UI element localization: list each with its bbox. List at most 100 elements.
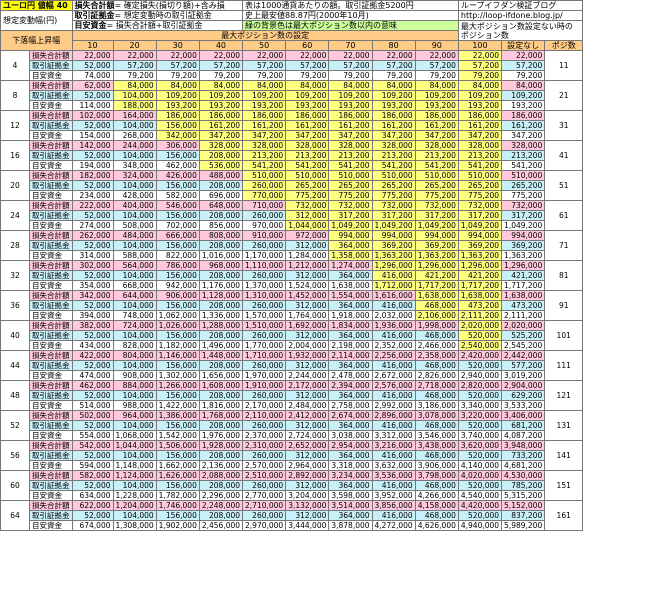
- cell-value: 364,000: [328, 510, 373, 521]
- cell-value: 2,172,000: [285, 380, 330, 391]
- cell-value: 510,000: [414, 170, 459, 181]
- cell-value: 1,310,000: [242, 290, 287, 301]
- cell-value: 57,200: [242, 60, 287, 71]
- cell-value: 208,000: [198, 150, 244, 161]
- cell-value: 156,000: [155, 510, 200, 521]
- cell-value: 3,740,000: [457, 430, 503, 441]
- cell-value: 104,000: [112, 390, 157, 401]
- cell-value: 681,200: [501, 420, 546, 431]
- cell-value: 1,274,000: [328, 260, 373, 271]
- cell-value: 473,200: [457, 300, 503, 311]
- table-row: 取引証拠金 52,000 104,000 156,000 208,000 260,000 3…: [1, 390, 583, 401]
- cell-value: 265,200: [328, 180, 373, 191]
- cell-value: 3,632,000: [371, 460, 416, 471]
- cell-value: 222,000: [71, 200, 114, 211]
- cell-value: 828,000: [112, 340, 157, 351]
- cell-value: 588,000: [112, 250, 157, 261]
- row-label: 目安資金: [29, 70, 73, 81]
- cell-value: 520,000: [457, 450, 503, 461]
- cell-value: 348,000: [112, 160, 157, 171]
- cell-value: 770,000: [242, 190, 287, 201]
- cell-value: 161,200: [457, 120, 503, 131]
- cell-value: 314,000: [71, 250, 114, 261]
- cell-value: 208,000: [198, 210, 244, 221]
- cell-value: 808,000: [198, 230, 244, 241]
- cell-value: 84,000: [457, 80, 503, 91]
- cell-value: 364,000: [328, 390, 373, 401]
- range-value: 40: [0, 320, 30, 351]
- cell-value: 2,545,200: [501, 340, 546, 351]
- cell-value: 1,932,000: [285, 350, 330, 361]
- cell-value: 2,110,000: [242, 410, 287, 421]
- cell-value: 508,000: [112, 220, 157, 231]
- pos-count-value: 11: [544, 50, 584, 81]
- cell-value: 462,000: [155, 160, 200, 171]
- table-row: 目安資金 514,000 988,000 1,422,000 1,816,000 2,17…: [1, 400, 583, 411]
- cell-value: 541,200: [414, 160, 459, 171]
- row-label: 目安資金: [29, 250, 73, 261]
- cell-value: 328,000: [242, 140, 287, 151]
- cell-value: 1,148,000: [112, 460, 157, 471]
- row-label: 取引証拠金: [29, 90, 73, 101]
- blog-name[interactable]: ループイフダン検証ブログ: [457, 0, 584, 11]
- cell-value: 2,032,000: [371, 310, 416, 321]
- cell-value: 1,110,000: [242, 260, 287, 271]
- legend-fund-text: = 損失合計額+取引証拠金: [106, 21, 203, 30]
- row-label: 目安資金: [29, 100, 73, 111]
- cell-value: 3,078,000: [414, 410, 459, 421]
- cell-value: 1,044,000: [285, 220, 330, 231]
- cell-value: 577,200: [501, 360, 546, 371]
- cell-value: 1,228,000: [112, 490, 157, 501]
- cell-value: 1,976,000: [198, 430, 244, 441]
- cell-value: 52,000: [71, 180, 114, 191]
- range-value: 36: [0, 290, 30, 321]
- cell-value: 1,182,000: [155, 340, 200, 351]
- col-header-none: 設定なし: [501, 40, 546, 51]
- cell-value: 1,608,000: [198, 380, 244, 391]
- cell-value: 369,200: [414, 240, 459, 251]
- row-label: 取引証拠金: [29, 120, 73, 131]
- cell-value: 312,000: [285, 300, 330, 311]
- cell-value: 5,152,000: [501, 500, 546, 511]
- cell-value: 468,000: [414, 330, 459, 341]
- cell-value: 109,200: [198, 90, 244, 101]
- row-label: 取引証拠金: [29, 60, 73, 71]
- table-row: 取引証拠金 52,000 104,000 156,000 208,000 260,000 3…: [1, 270, 583, 281]
- cell-value: 510,000: [242, 170, 287, 181]
- row-label: 損失合計額: [29, 440, 73, 451]
- cell-value: 520,000: [457, 330, 503, 341]
- cell-value: 2,256,000: [371, 350, 416, 361]
- cell-value: 5,315,200: [501, 490, 546, 501]
- cell-value: 582,000: [155, 190, 200, 201]
- cell-value: 4,087,200: [501, 430, 546, 441]
- cell-value: 84,000: [328, 80, 373, 91]
- cell-value: 84,000: [501, 80, 546, 91]
- cell-value: 2,954,000: [328, 440, 373, 451]
- cell-value: 1,710,000: [242, 350, 287, 361]
- cell-value: 104,000: [112, 150, 157, 161]
- cell-value: 52,000: [71, 360, 114, 371]
- cell-value: 4,272,000: [371, 520, 416, 531]
- cell-value: 4,020,000: [457, 470, 503, 481]
- cell-value: 732,000: [457, 200, 503, 211]
- blog-url[interactable]: http://loop-ifdone.blog.jp/: [457, 10, 584, 21]
- cell-value: 52,000: [71, 330, 114, 341]
- cell-value: 347,200: [501, 130, 546, 141]
- cell-value: 2,088,000: [198, 470, 244, 481]
- cell-value: 1,386,000: [155, 410, 200, 421]
- table-row: 目安資金 234,000 428,000 582,000 696,000 770,000 7…: [1, 190, 583, 201]
- cell-value: 514,000: [71, 400, 114, 411]
- cell-value: 262,000: [71, 230, 114, 241]
- cell-value: 79,200: [242, 70, 287, 81]
- cell-value: 1,308,000: [112, 520, 157, 531]
- cell-value: 622,000: [71, 500, 114, 511]
- cell-value: 208,000: [198, 420, 244, 431]
- cell-value: 1,746,000: [155, 500, 200, 511]
- table-row: 20 損失合計額 182,000 324,000 426,000 488,000 510,0…: [0, 170, 584, 201]
- cell-value: 317,200: [371, 210, 416, 221]
- cell-value: 161,200: [285, 120, 330, 131]
- range-value: 64: [0, 500, 30, 531]
- cell-value: 213,200: [285, 150, 330, 161]
- col-header-20: 20: [112, 40, 157, 51]
- cell-value: 156,000: [155, 450, 200, 461]
